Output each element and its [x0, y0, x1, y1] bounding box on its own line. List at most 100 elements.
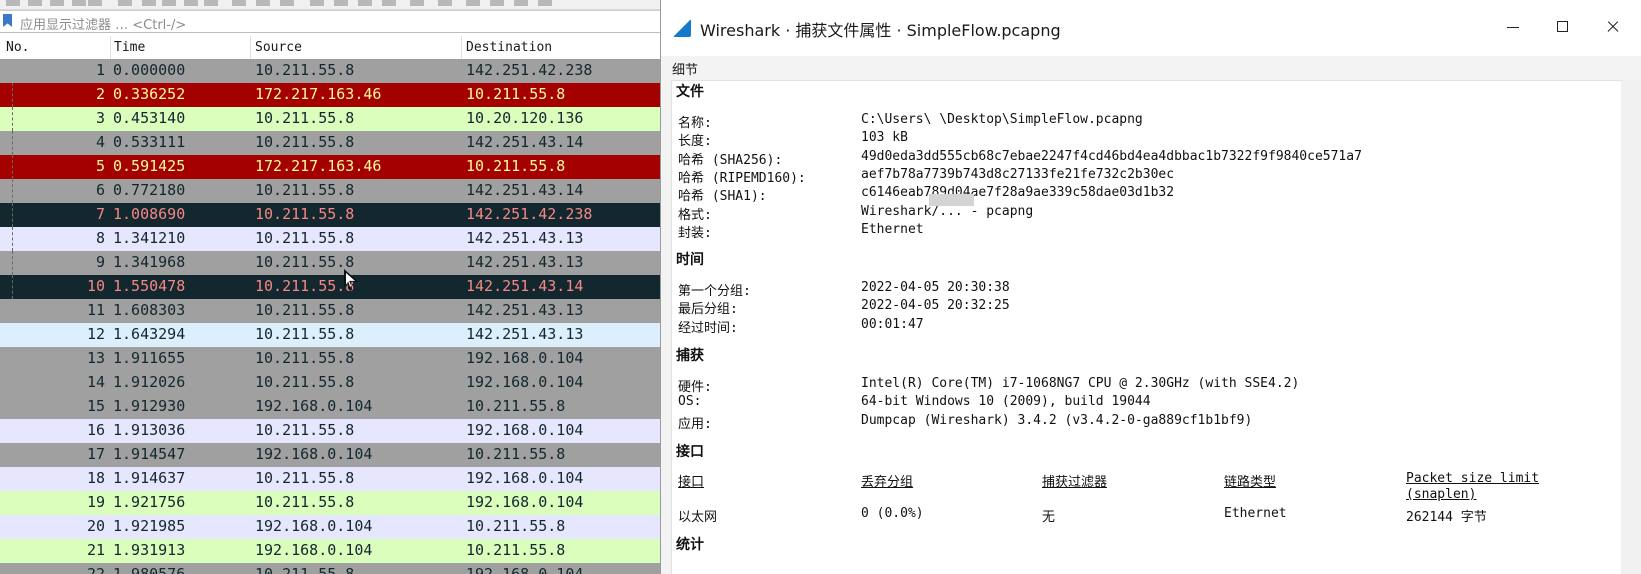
column-header-no[interactable]: No.	[6, 40, 29, 55]
time-prop-value: 2022-04-05 20:32:25	[861, 298, 1010, 314]
file-prop-label: 哈希 (SHA1):	[678, 189, 767, 205]
file-prop-label: 封装:	[678, 225, 712, 241]
column-header-time[interactable]: Time	[114, 40, 145, 55]
column-header-destination[interactable]: Destination	[466, 40, 552, 55]
packet-source: 10.211.55.8	[255, 349, 355, 367]
packet-source: 10.211.55.8	[255, 325, 355, 343]
packet-no: 9	[95, 253, 105, 271]
packet-row[interactable]: 5 0.591425 172.217.163.46 10.211.55.8	[0, 155, 660, 179]
packet-destination: 10.211.55.8	[466, 517, 566, 535]
packet-time: 0.591425	[113, 157, 186, 175]
packet-row[interactable]: 1 0.000000 10.211.55.8 142.251.42.238	[0, 59, 660, 83]
packet-no: 22	[86, 565, 105, 574]
packet-destination: 192.168.0.104	[466, 493, 584, 511]
iface-col-snaplen-sub: (snaplen)	[1406, 487, 1477, 502]
packet-time: 1.931913	[113, 541, 186, 559]
packet-row[interactable]: 15 1.912930 192.168.0.104 10.211.55.8	[0, 395, 660, 419]
packet-time: 1.980576	[113, 565, 186, 574]
packet-destination: 142.251.43.13	[466, 325, 584, 343]
packet-source: 10.211.55.8	[255, 421, 355, 439]
packet-source: 10.211.55.8	[255, 469, 355, 487]
packet-source: 172.217.163.46	[255, 85, 382, 103]
packet-row[interactable]: 13 1.911655 10.211.55.8 192.168.0.104	[0, 347, 660, 371]
capture-prop-value: 64-bit Windows 10 (2009), build 19044	[861, 394, 1151, 410]
packet-source: 10.211.55.8	[255, 301, 355, 319]
time-section-heading: 时间	[676, 252, 704, 268]
packet-row[interactable]: 6 0.772180 10.211.55.8 142.251.43.14	[0, 179, 660, 203]
details-scrollbar[interactable]	[1621, 80, 1641, 574]
capture-prop-value: Dumpcap (Wireshark) 3.4.2 (v3.4.2-0-ga88…	[861, 412, 1253, 428]
packet-row[interactable]: 2 0.336252 172.217.163.46 10.211.55.8	[0, 83, 660, 107]
capture-prop-label: OS:	[678, 394, 702, 410]
packet-source: 192.168.0.104	[255, 541, 373, 559]
packet-source: 192.168.0.104	[255, 517, 373, 535]
close-button[interactable]	[1588, 8, 1638, 48]
iface-snaplen: 262144 字节	[1406, 510, 1487, 525]
packet-row[interactable]: 11 1.608303 10.211.55.8 142.251.43.13	[0, 299, 660, 323]
packet-row[interactable]: 9 1.341968 10.211.55.8 142.251.43.13	[0, 251, 660, 275]
packet-list-header: No. Time Source Destination	[0, 36, 660, 60]
time-prop-value: 00:01:47	[861, 316, 924, 332]
file-prop-value: c6146eab789d04ae7f28a9ae339c58dae03d1b32	[861, 185, 1175, 201]
packet-row[interactable]: 12 1.643294 10.211.55.8 142.251.43.13	[0, 323, 660, 347]
packet-time: 1.912026	[113, 373, 186, 391]
related-packet-line	[12, 227, 13, 251]
file-prop-value: aef7b78a7739b743d8c27133fe21fe732c2b30ec	[861, 166, 1175, 182]
packet-row[interactable]: 8 1.341210 10.211.55.8 142.251.43.13	[0, 227, 660, 251]
packet-destination: 142.251.43.13	[466, 229, 584, 247]
packet-no: 10	[86, 277, 105, 295]
packet-destination: 192.168.0.104	[466, 349, 584, 367]
minimize-button[interactable]	[1488, 8, 1538, 48]
file-prop-label: 哈希 (RIPEMD160):	[678, 170, 806, 186]
packet-time: 1.341210	[113, 229, 186, 247]
file-prop-label: 格式:	[678, 207, 712, 223]
packet-no: 3	[95, 109, 105, 127]
wireshark-fin-icon	[673, 19, 691, 37]
packet-time: 0.336252	[113, 85, 186, 103]
packet-row[interactable]: 17 1.914547 192.168.0.104 10.211.55.8	[0, 443, 660, 467]
packet-no: 14	[86, 373, 105, 391]
related-packet-line	[12, 155, 13, 179]
maximize-button[interactable]	[1538, 8, 1588, 48]
packet-row[interactable]: 4 0.533111 10.211.55.8 142.251.43.14	[0, 131, 660, 155]
packet-no: 19	[86, 493, 105, 511]
packet-row[interactable]: 21 1.931913 192.168.0.104 10.211.55.8	[0, 539, 660, 563]
packet-list-rows: 1 0.000000 10.211.55.8 142.251.42.238 2 0.336…	[0, 59, 660, 574]
packet-row[interactable]: 7 1.008690 10.211.55.8 142.251.42.238	[0, 203, 660, 227]
packet-no: 17	[86, 445, 105, 463]
packet-row[interactable]: 19 1.921756 10.211.55.8 192.168.0.104	[0, 491, 660, 515]
column-header-source[interactable]: Source	[255, 40, 302, 55]
iface-link-type: Ethernet	[1224, 506, 1287, 521]
packet-row[interactable]: 22 1.980576 10.211.55.8 192.168.0.104	[0, 563, 660, 574]
packet-source: 10.211.55.8	[255, 205, 355, 223]
packet-row[interactable]: 14 1.912026 10.211.55.8 192.168.0.104	[0, 371, 660, 395]
file-prop-value: 103 kB	[861, 130, 908, 146]
packet-time: 0.000000	[113, 61, 186, 79]
packet-destination: 142.251.43.13	[466, 253, 584, 271]
packet-source: 10.211.55.8	[255, 277, 355, 295]
details-text-area[interactable]: 文件 名称: C:\Users\ \Desktop\SimpleFlow.pcap…	[671, 80, 1621, 574]
packet-destination: 142.251.43.14	[466, 181, 584, 199]
packet-source: 10.211.55.8	[255, 493, 355, 511]
packet-source: 10.211.55.8	[255, 61, 355, 79]
packet-row[interactable]: 3 0.453140 10.211.55.8 10.20.120.136	[0, 107, 660, 131]
packet-no: 6	[95, 181, 105, 199]
packet-time: 1.608303	[113, 301, 186, 319]
stats-section-heading: 统计	[676, 537, 704, 553]
packet-destination: 142.251.42.238	[466, 205, 593, 223]
packet-row[interactable]: 18 1.914637 10.211.55.8 192.168.0.104	[0, 467, 660, 491]
packet-row[interactable]: 10 1.550478 10.211.55.8 142.251.43.14	[0, 275, 660, 299]
packet-row[interactable]: 20 1.921985 192.168.0.104 10.211.55.8	[0, 515, 660, 539]
bookmark-icon[interactable]	[3, 14, 12, 27]
packet-row[interactable]: 16 1.913036 10.211.55.8 192.168.0.104	[0, 419, 660, 443]
display-filter-bar: 应用显示过滤器 … <Ctrl-/>	[0, 10, 660, 33]
packet-destination: 142.251.43.14	[466, 133, 584, 151]
redacted-username	[929, 194, 974, 206]
packet-time: 1.921756	[113, 493, 186, 511]
file-prop-label: 哈希 (SHA256):	[678, 152, 783, 168]
capture-prop-label: 应用:	[678, 416, 712, 432]
related-packet-line	[12, 131, 13, 155]
display-filter-input[interactable]: 应用显示过滤器 … <Ctrl-/>	[20, 14, 186, 33]
packet-time: 1.911655	[113, 349, 186, 367]
iface-col-snaplen: Packet size limit	[1406, 471, 1540, 486]
